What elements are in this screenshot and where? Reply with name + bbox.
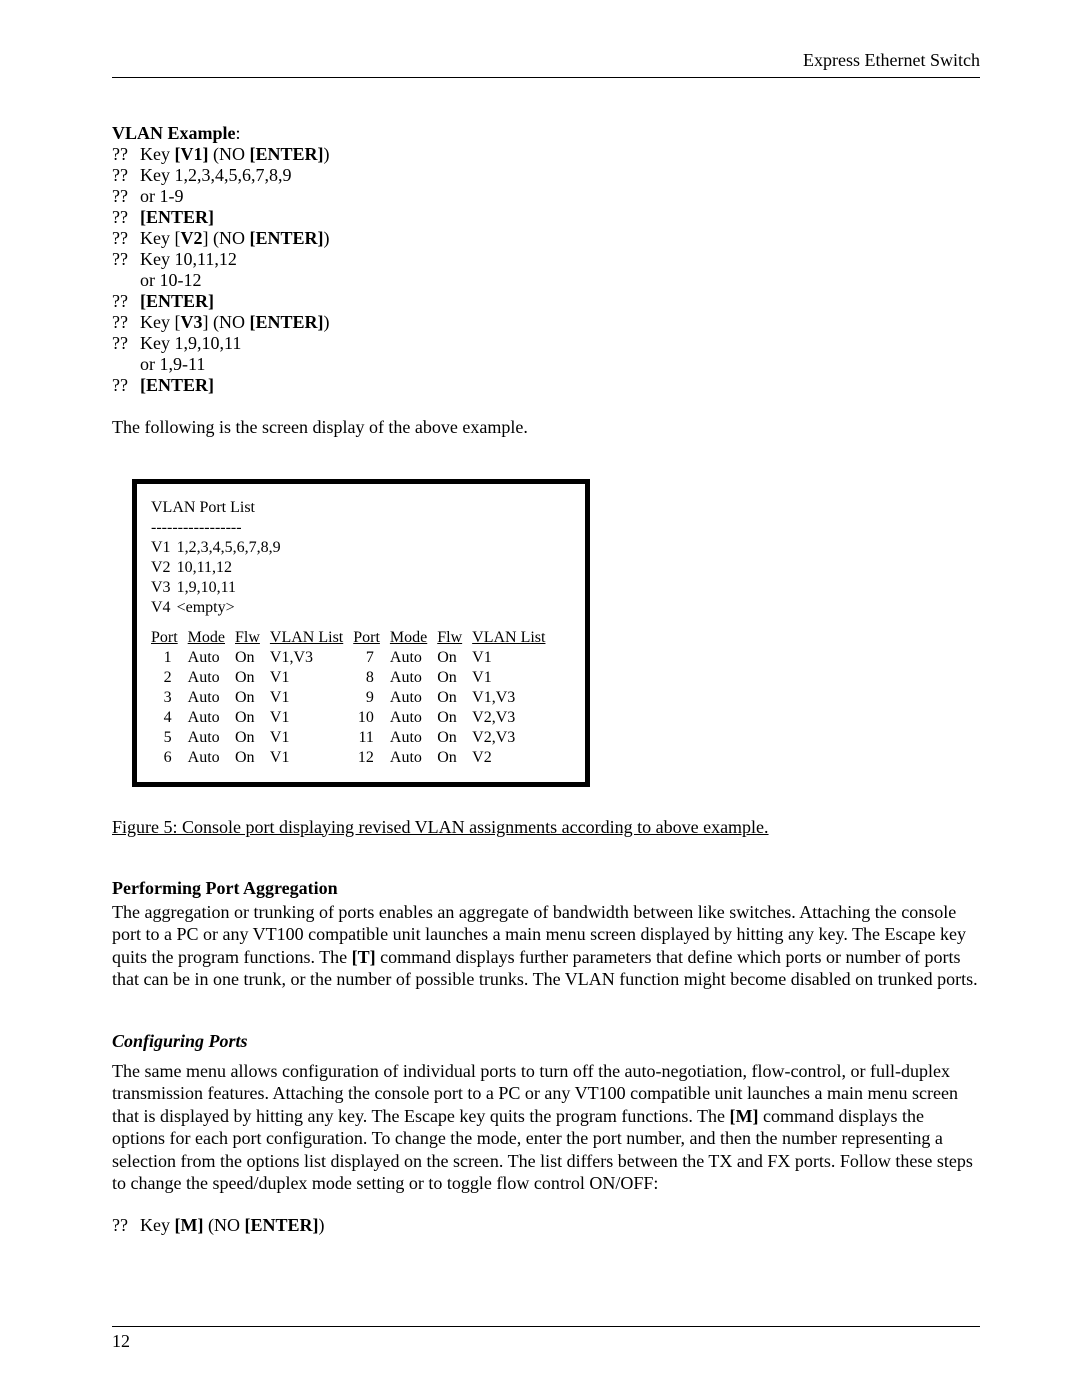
list-content: Key [V3] (NO [ENTER]): [140, 312, 980, 333]
list-marker: ??: [112, 249, 140, 270]
list-marker: ??: [112, 207, 140, 228]
intro-paragraph: The following is the screen display of t…: [112, 416, 980, 439]
configuring-ports-heading: Configuring Ports: [112, 1031, 980, 1052]
list-item: ??Key 1,2,3,4,5,6,7,8,9: [112, 165, 980, 186]
list-content: Key [V1] (NO [ENTER]): [140, 144, 980, 165]
list-item: ??Key 1,9,10,11: [112, 333, 980, 354]
port-row: 1AutoOnV1,V37AutoOnV1: [151, 648, 555, 668]
page: Express Ethernet Switch VLAN Example: ??…: [0, 0, 1080, 1392]
list-marker: ??: [112, 228, 140, 249]
list-item: ??Key [V1] (NO [ENTER]): [112, 144, 980, 165]
port-row: 2AutoOnV18AutoOnV1: [151, 668, 555, 688]
vlan-example-heading: VLAN Example: [112, 123, 236, 143]
vlan-row: V31,9,10,11: [151, 578, 287, 598]
console-display: VLAN Port List ----------------- V11,2,3…: [132, 479, 590, 787]
list-marker: ??: [112, 291, 140, 312]
list-item: ??[ENTER]: [112, 291, 980, 312]
list-item: or 1,9-11: [112, 354, 980, 375]
page-header: Express Ethernet Switch: [112, 50, 980, 78]
list-item: ??[ENTER]: [112, 207, 980, 228]
list-item: ??Key [M] (NO [ENTER]): [112, 1215, 980, 1236]
list-content: Key [M] (NO [ENTER]): [140, 1215, 980, 1236]
vlan-row: V210,11,12: [151, 558, 287, 578]
list-content: Key [V2] (NO [ENTER]): [140, 228, 980, 249]
list-marker: ??: [112, 186, 140, 207]
port-row: 3AutoOnV19AutoOnV1,V3: [151, 688, 555, 708]
figure-caption: Figure 5: Console port displaying revise…: [112, 817, 980, 838]
vlan-row: V4<empty>: [151, 598, 287, 618]
configuring-ports-steps: ??Key [M] (NO [ENTER]): [112, 1215, 980, 1236]
list-item: ??Key [V2] (NO [ENTER]): [112, 228, 980, 249]
page-footer: 12: [112, 1326, 980, 1352]
list-marker: ??: [112, 1215, 140, 1236]
list-marker: [112, 354, 140, 375]
page-number: 12: [112, 1331, 130, 1351]
list-item: ??Key [V3] (NO [ENTER]): [112, 312, 980, 333]
list-marker: ??: [112, 312, 140, 333]
console-header: VLAN Port List: [151, 498, 571, 518]
list-content: or 1-9: [140, 186, 980, 207]
list-marker: ??: [112, 165, 140, 186]
list-marker: [112, 270, 140, 291]
port-row: 5AutoOnV111AutoOnV2,V3: [151, 728, 555, 748]
vlan-list-table: V11,2,3,4,5,6,7,8,9V210,11,12V31,9,10,11…: [151, 538, 287, 618]
port-aggregation-section: Performing Port Aggregation The aggregat…: [112, 878, 980, 991]
port-table: PortModeFlwVLAN ListPortModeFlwVLAN List…: [151, 628, 555, 768]
vlan-row: V11,2,3,4,5,6,7,8,9: [151, 538, 287, 558]
list-item: ??Key 10,11,12: [112, 249, 980, 270]
list-marker: ??: [112, 333, 140, 354]
port-row: 6AutoOnV112AutoOnV2: [151, 748, 555, 768]
header-title: Express Ethernet Switch: [803, 50, 980, 70]
configuring-ports-section: Configuring Ports The same menu allows c…: [112, 1031, 980, 1236]
configuring-ports-body: The same menu allows configuration of in…: [112, 1060, 980, 1195]
port-aggregation-heading: Performing Port Aggregation: [112, 878, 980, 899]
list-content: or 10-12: [140, 270, 980, 291]
list-item: ??[ENTER]: [112, 375, 980, 396]
vlan-example-list: ??Key [V1] (NO [ENTER])??Key 1,2,3,4,5,6…: [112, 144, 980, 396]
list-content: Key 1,9,10,11: [140, 333, 980, 354]
list-item: or 10-12: [112, 270, 980, 291]
list-marker: ??: [112, 375, 140, 396]
vlan-example-section: VLAN Example: ??Key [V1] (NO [ENTER])??K…: [112, 123, 980, 396]
list-item: ??or 1-9: [112, 186, 980, 207]
list-marker: ??: [112, 144, 140, 165]
list-content: [ENTER]: [140, 291, 980, 312]
list-content: Key 1,2,3,4,5,6,7,8,9: [140, 165, 980, 186]
list-content: [ENTER]: [140, 375, 980, 396]
port-table-header-row: PortModeFlwVLAN ListPortModeFlwVLAN List: [151, 628, 555, 648]
list-content: Key 10,11,12: [140, 249, 980, 270]
list-content: or 1,9-11: [140, 354, 980, 375]
port-aggregation-body: The aggregation or trunking of ports ena…: [112, 901, 980, 991]
console-separator: -----------------: [151, 518, 571, 538]
port-row: 4AutoOnV110AutoOnV2,V3: [151, 708, 555, 728]
list-content: [ENTER]: [140, 207, 980, 228]
